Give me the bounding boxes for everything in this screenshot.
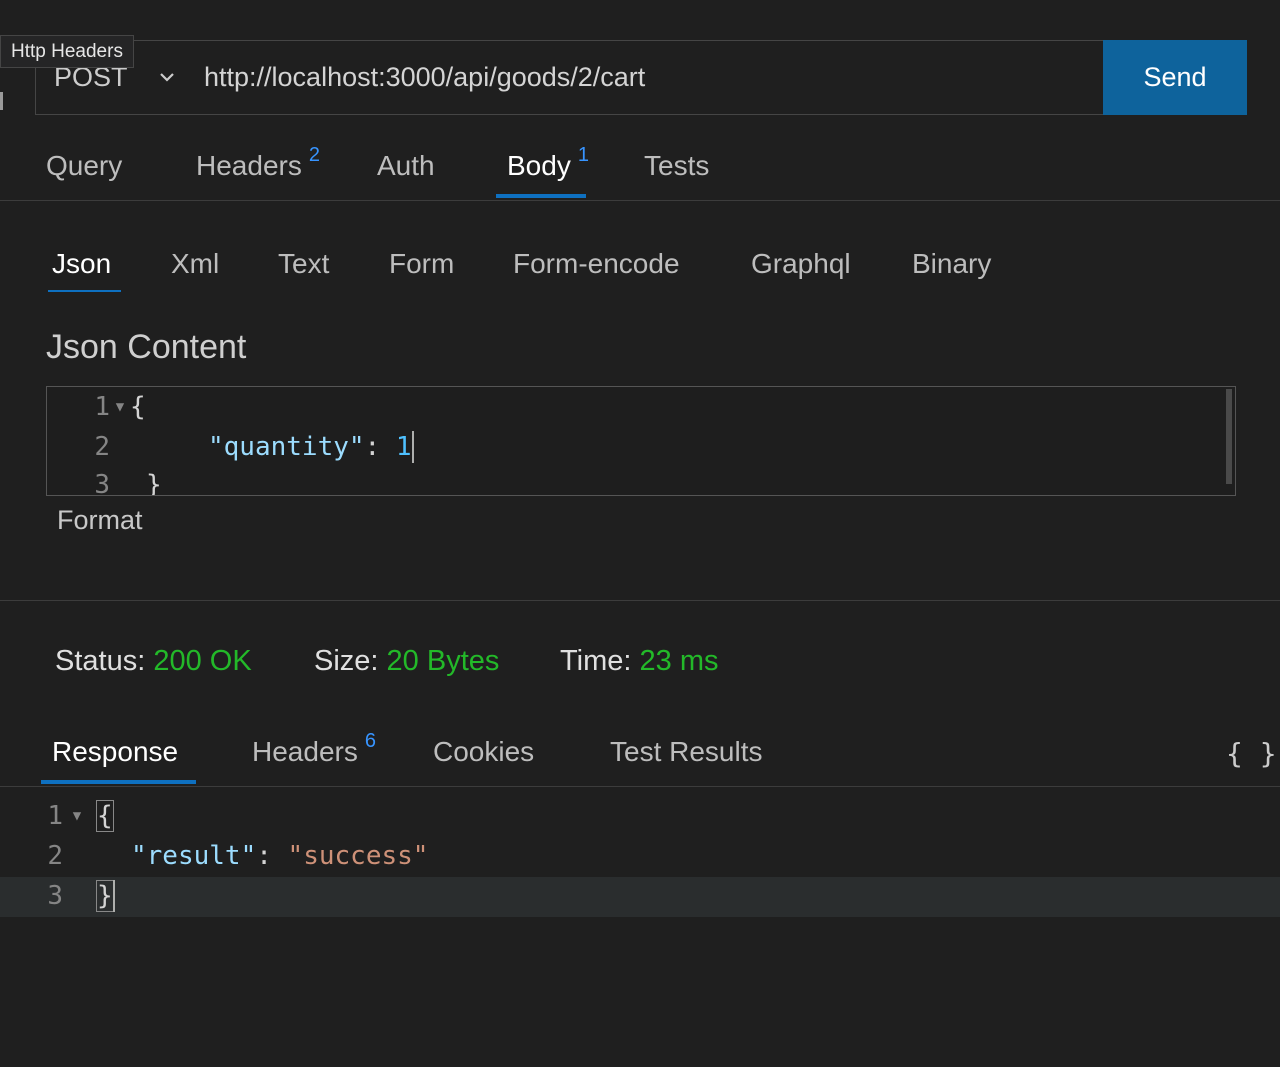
current-line-highlight (0, 877, 1280, 917)
close-brace: } (146, 470, 162, 496)
active-tab-indicator (496, 194, 586, 198)
line-number: 3 (94, 470, 110, 496)
active-response-tab-indicator (41, 780, 196, 784)
time-value: 23 ms (639, 645, 719, 677)
editor-scrollbar[interactable] (1226, 389, 1232, 484)
status-label: Status: (55, 645, 146, 677)
code-line: 3 } (0, 877, 115, 915)
tab-query[interactable]: Query (46, 150, 122, 182)
divider (0, 200, 1280, 201)
line-number: 2 (94, 432, 110, 462)
code-line: 1 ▼ { (47, 388, 146, 426)
body-tab-json[interactable]: Json (52, 248, 111, 280)
tab-label: Body (507, 150, 571, 181)
code-line: 3 } (47, 466, 162, 496)
tab-response-headers[interactable]: Headers 6 (252, 730, 376, 768)
json-colon: : (256, 841, 288, 871)
tab-label: Tests (644, 150, 710, 181)
edge-marker (0, 92, 3, 110)
tab-badge: 6 (364, 730, 376, 752)
body-tab-binary[interactable]: Binary (912, 248, 991, 280)
chevron-down-icon (160, 73, 174, 82)
line-number: 1 (94, 392, 110, 422)
tab-label: Test Results (610, 736, 763, 767)
fold-arrow-icon[interactable]: ▼ (63, 808, 91, 824)
tooltip: Http Headers (0, 35, 134, 68)
divider (0, 786, 1280, 787)
tab-auth[interactable]: Auth (377, 150, 435, 182)
time-info: Time: 23 ms (560, 645, 718, 678)
tab-badge: 1 (577, 144, 589, 166)
json-key: "quantity" (208, 432, 365, 462)
open-brace: { (130, 392, 146, 422)
send-button[interactable]: Send (1103, 40, 1247, 115)
status-value: 200 OK (153, 645, 252, 677)
tab-label: Headers (196, 150, 302, 181)
line-number: 3 (47, 881, 63, 911)
json-value: "success" (287, 841, 429, 871)
body-tab-text[interactable]: Text (278, 248, 329, 280)
tab-label: Response (52, 736, 179, 767)
divider (0, 600, 1280, 601)
line-number: 2 (47, 841, 63, 871)
tab-label: Headers (252, 736, 358, 767)
size-info: Size: 20 Bytes (314, 645, 499, 678)
body-tab-form[interactable]: Form (389, 248, 454, 280)
json-value: 1 (395, 432, 412, 462)
body-tab-graphql[interactable]: Graphql (751, 248, 851, 280)
size-label: Size: (314, 645, 379, 677)
open-brace: { (96, 800, 114, 832)
body-tab-form-encode[interactable]: Form-encode (513, 248, 680, 280)
json-editor[interactable]: 1 ▼ { 2 "quantity": 1 3 } (46, 386, 1236, 496)
format-braces-icon[interactable]: { } (1226, 737, 1277, 770)
size-value: 20 Bytes (386, 645, 500, 677)
line-number: 1 (47, 801, 63, 831)
active-body-tab-indicator (48, 290, 121, 292)
text-cursor (112, 880, 115, 912)
code-line: 1 ▼ { (0, 797, 114, 835)
tab-tests[interactable]: Tests (644, 150, 709, 182)
time-label: Time: (560, 645, 632, 677)
tab-body[interactable]: Body 1 (507, 144, 589, 182)
json-colon: : (364, 432, 396, 462)
status-info: Status: 200 OK (55, 645, 252, 678)
text-cursor (411, 431, 414, 463)
tab-label: Cookies (433, 736, 535, 767)
format-button[interactable]: Format (57, 505, 143, 536)
tab-label: Auth (377, 150, 435, 181)
code-line: 2 "quantity": 1 (47, 428, 414, 466)
close-brace: } (96, 880, 114, 912)
tab-test-results[interactable]: Test Results (610, 736, 763, 768)
tab-headers[interactable]: Headers 2 (196, 144, 320, 182)
url-input[interactable]: http://localhost:3000/api/goods/2/cart (189, 40, 1104, 115)
code-line: 2 "result": "success" (0, 837, 428, 875)
tab-badge: 2 (308, 144, 320, 166)
json-key: "result" (131, 841, 257, 871)
tab-label: Query (46, 150, 123, 181)
body-tab-xml[interactable]: Xml (171, 248, 219, 280)
tab-cookies[interactable]: Cookies (433, 736, 534, 768)
fold-arrow-icon[interactable]: ▼ (110, 399, 130, 415)
json-content-title: Json Content (46, 328, 247, 366)
url-text: http://localhost:3000/api/goods/2/cart (204, 62, 646, 92)
tab-response[interactable]: Response (52, 736, 178, 768)
